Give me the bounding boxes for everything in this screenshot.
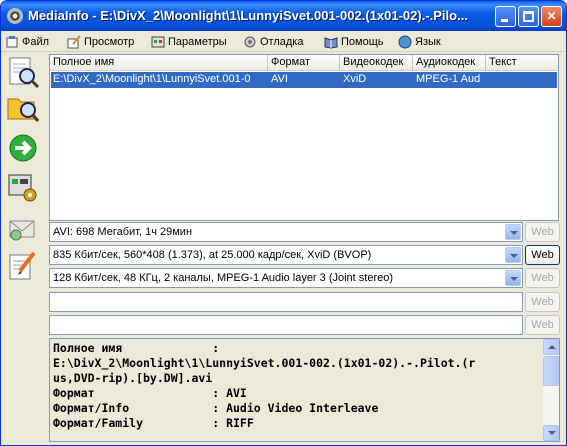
notes-icon xyxy=(9,251,36,280)
text-info-combo[interactable] xyxy=(49,292,523,312)
next-button[interactable] xyxy=(6,131,40,165)
scroll-down-icon[interactable] xyxy=(543,425,559,441)
cell-format: AVI xyxy=(271,73,288,85)
menu-view-label: Просмотр xyxy=(84,35,135,48)
menu-options[interactable]: Параметры xyxy=(151,33,227,50)
open-file-button[interactable] xyxy=(6,55,40,89)
audio-info-value: 128 Кбит/сек, 48 КГц, 2 каналы, MPEG-1 A… xyxy=(53,272,394,284)
details-line: us,DVD-rip).[by.DW].avi xyxy=(53,371,213,385)
help-icon xyxy=(324,35,338,49)
title-bar[interactable]: MediaInfo - E:\DivX_2\Moonlight\1\Lunnyi… xyxy=(1,1,566,31)
column-header-text[interactable]: Текст xyxy=(486,55,558,71)
maximize-icon xyxy=(523,11,534,22)
details-line: Формат/Family : RIFF xyxy=(53,416,254,430)
cell-videocodec: XviD xyxy=(343,73,367,85)
general-info-value: AVI: 698 Мегабит, 1ч 29мин xyxy=(53,226,193,238)
chapters-web-button[interactable]: Web xyxy=(525,315,560,335)
menu-debug[interactable]: Отладка xyxy=(243,33,303,50)
menu-bar: Файл Просмотр Параметры Отладка Помощь Я… xyxy=(1,31,566,52)
column-header-fullname[interactable]: Полное имя xyxy=(50,55,268,71)
chevron-down-icon[interactable] xyxy=(505,224,521,240)
settings-button[interactable] xyxy=(6,171,40,205)
details-text: Полное имя : E:\DivX_2\Moonlight\1\Lunnyi… xyxy=(53,341,543,441)
file-list[interactable]: Полное имя Формат Видеокодек Аудиокодек … xyxy=(49,54,559,221)
column-header-audiocodec[interactable]: Аудиокодек xyxy=(413,55,486,71)
open-folder-button[interactable] xyxy=(6,91,40,125)
send-mail-button[interactable] xyxy=(6,211,40,245)
debug-icon xyxy=(243,35,257,49)
open-file-icon xyxy=(9,57,40,89)
general-web-button[interactable]: Web xyxy=(525,222,560,242)
audio-info-combo[interactable]: 128 Кбит/сек, 48 КГц, 2 каналы, MPEG-1 A… xyxy=(49,268,523,288)
cell-text xyxy=(487,72,557,88)
menu-options-label: Параметры xyxy=(168,35,227,48)
close-icon: ✕ xyxy=(546,9,557,23)
video-info-value: 835 Кбит/сек, 560*408 (1.373), at 25.000… xyxy=(53,249,372,261)
general-info-combo[interactable]: AVI: 698 Мегабит, 1ч 29мин xyxy=(49,222,523,242)
scroll-thumb[interactable] xyxy=(543,356,559,386)
audio-web-button[interactable]: Web xyxy=(525,268,560,288)
details-line: E:\DivX_2\Moonlight\1\LunnyiSvet.001-002… xyxy=(53,356,476,370)
details-line: Формат/Info : Audio Video Interleave xyxy=(53,401,379,415)
open-folder-icon xyxy=(7,98,40,122)
mediainfo-window: MediaInfo - E:\DivX_2\Moonlight\1\Lunnyi… xyxy=(0,0,567,446)
chevron-down-icon[interactable] xyxy=(505,270,521,286)
details-text-area[interactable]: Полное имя : E:\DivX_2\Moonlight\1\Lunnyi… xyxy=(49,338,560,442)
menu-file[interactable]: Файл xyxy=(5,33,49,50)
app-icon[interactable] xyxy=(7,8,23,24)
column-header-format[interactable]: Формат xyxy=(268,55,340,71)
video-info-combo[interactable]: 835 Кбит/сек, 560*408 (1.373), at 25.000… xyxy=(49,245,523,265)
list-header: Полное имя Формат Видеокодек Аудиокодек … xyxy=(50,55,558,71)
chevron-down-icon[interactable] xyxy=(505,247,521,263)
scroll-up-icon[interactable] xyxy=(543,339,559,355)
menu-view[interactable]: Просмотр xyxy=(67,33,134,50)
view-icon xyxy=(67,34,81,49)
column-header-videocodec[interactable]: Видеокодек xyxy=(340,55,413,71)
cell-audiocodec: MPEG-1 Aud xyxy=(416,73,481,85)
menu-file-label: Файл xyxy=(22,35,50,48)
table-row[interactable]: E:\DivX_2\Moonlight\1\LunnyiSvet.001-0 A… xyxy=(51,72,557,88)
send-mail-icon xyxy=(9,220,35,241)
menu-debug-label: Отладка xyxy=(260,35,304,48)
chapters-info-combo[interactable] xyxy=(49,315,523,335)
details-line: Формат : AVI xyxy=(53,386,247,400)
menu-language[interactable]: Язык xyxy=(398,33,441,50)
minimize-icon xyxy=(501,19,508,22)
options-icon xyxy=(151,35,165,49)
window-title: MediaInfo - E:\DivX_2\Moonlight\1\Lunnyi… xyxy=(28,8,468,23)
language-icon xyxy=(398,35,412,49)
next-arrow-icon xyxy=(9,134,37,162)
close-button[interactable]: ✕ xyxy=(541,6,562,27)
toolbar xyxy=(1,53,47,445)
details-line: Полное имя : xyxy=(53,341,220,355)
menu-language-label: Язык xyxy=(415,35,441,48)
minimize-button[interactable] xyxy=(495,6,516,27)
menu-help[interactable]: Помощь xyxy=(324,33,384,50)
settings-icon xyxy=(8,174,37,202)
menu-help-label: Помощь xyxy=(341,35,384,48)
video-web-button[interactable]: Web xyxy=(525,245,560,265)
text-web-button[interactable]: Web xyxy=(525,292,560,312)
cell-fullname: E:\DivX_2\Moonlight\1\LunnyiSvet.001-0 xyxy=(53,73,251,85)
file-icon xyxy=(5,35,19,49)
notes-button[interactable] xyxy=(6,249,40,283)
vertical-scrollbar[interactable] xyxy=(543,339,559,441)
maximize-button[interactable] xyxy=(518,6,539,27)
